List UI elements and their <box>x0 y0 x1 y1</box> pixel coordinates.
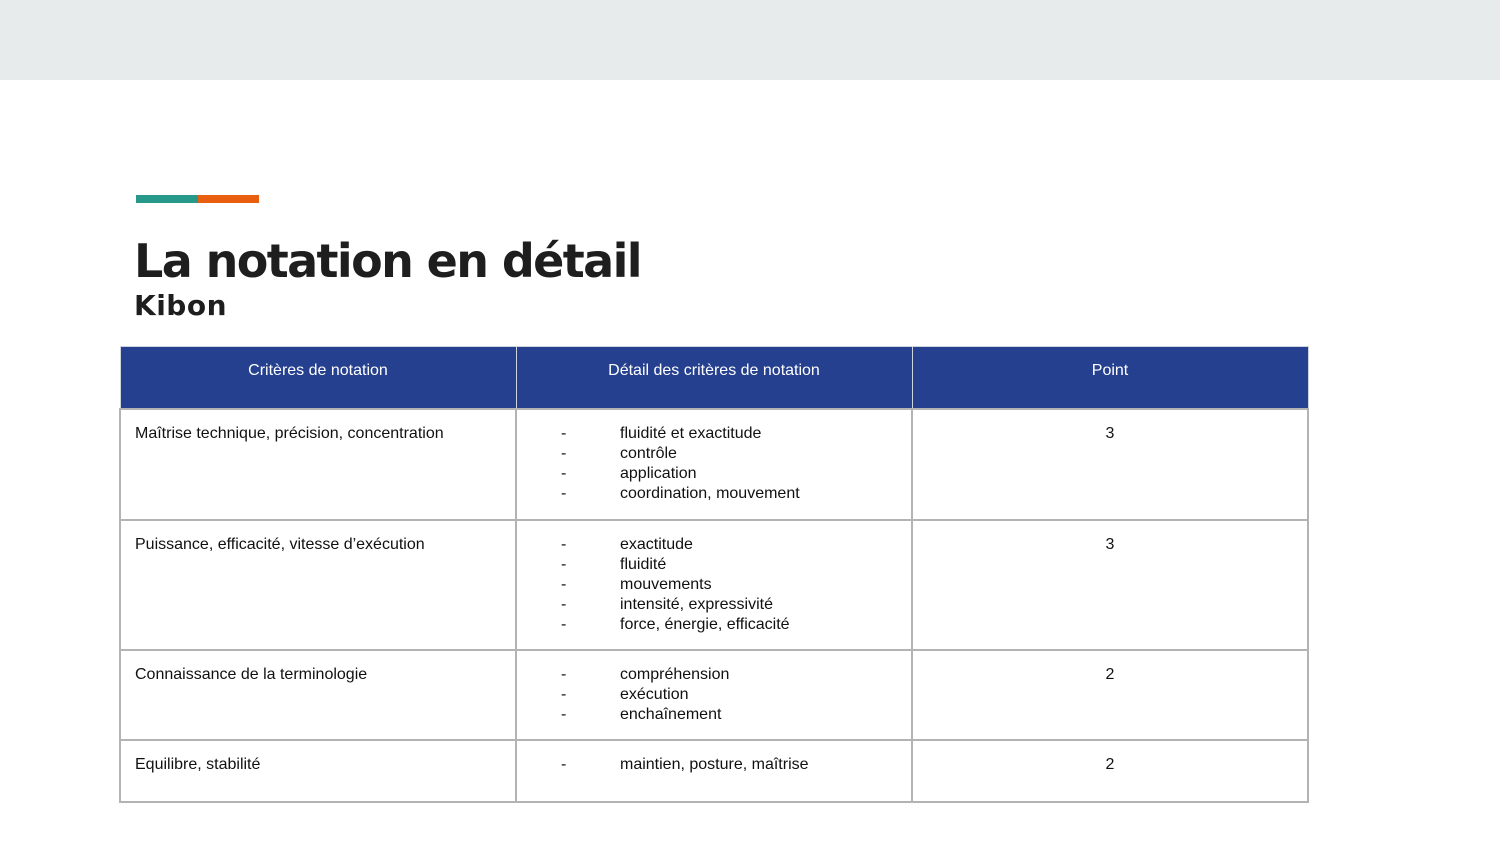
criterion-cell: Connaissance de la terminologie <box>119 648 517 741</box>
points-cell: 2 <box>911 738 1309 803</box>
table-row: Puissance, efficacité, vitesse d’exécuti… <box>119 518 1309 651</box>
table-row: Connaissance de la terminologie - compréh… <box>119 648 1309 741</box>
detail-text: coordination, mouvement <box>620 484 800 502</box>
slide-subtitle: Kibon <box>134 289 228 322</box>
detail-text: exécution <box>620 685 689 703</box>
detail-text: force, énergie, efficacité <box>620 615 790 633</box>
list-item: - contrôle <box>561 444 897 464</box>
detail-text: maintien, posture, maîtrise <box>620 755 809 773</box>
list-item: - force, énergie, efficacité <box>561 615 897 635</box>
detail-text: application <box>620 464 697 482</box>
list-item: - coordination, mouvement <box>561 484 897 504</box>
bullet-dash: - <box>561 535 567 553</box>
points-cell: 3 <box>911 407 1309 521</box>
list-item: - maintien, posture, maîtrise <box>561 755 897 775</box>
top-band <box>0 0 1500 80</box>
detail-text: fluidité <box>620 555 667 573</box>
bullet-dash: - <box>561 755 567 773</box>
bullet-dash: - <box>561 484 567 502</box>
bullet-dash: - <box>561 665 567 683</box>
bullet-dash: - <box>561 615 567 633</box>
bullet-dash: - <box>561 555 567 573</box>
list-item: - mouvements <box>561 575 897 595</box>
detail-text: exactitude <box>620 535 693 553</box>
table-row: Equilibre, stabilité - maintien, posture,… <box>119 738 1309 803</box>
accent-bar-orange <box>198 195 259 203</box>
slide-title: La notation en détail <box>134 234 643 288</box>
criterion-cell: Puissance, efficacité, vitesse d’exécuti… <box>119 518 517 651</box>
list-item: - exactitude <box>561 535 897 555</box>
list-item: - application <box>561 464 897 484</box>
detail-text: fluidité et exactitude <box>620 424 762 442</box>
bullet-dash: - <box>561 575 567 593</box>
details-cell: - maintien, posture, maîtrise <box>515 738 913 803</box>
table-row: Maîtrise technique, précision, concentra… <box>119 407 1309 521</box>
bullet-dash: - <box>561 685 567 703</box>
header-points: Point <box>911 346 1309 409</box>
list-item: - enchaînement <box>561 705 897 725</box>
bullet-dash: - <box>561 444 567 462</box>
bullet-dash: - <box>561 464 567 482</box>
detail-text: mouvements <box>620 575 712 593</box>
list-item: - fluidité <box>561 555 897 575</box>
list-item: - exécution <box>561 685 897 705</box>
bullet-dash: - <box>561 424 567 442</box>
detail-text: enchaînement <box>620 705 722 723</box>
list-item: - compréhension <box>561 665 897 685</box>
list-item: - fluidité et exactitude <box>561 424 897 444</box>
header-criteria: Critères de notation <box>119 346 517 409</box>
points-cell: 2 <box>911 648 1309 741</box>
list-item: - intensité, expressivité <box>561 595 897 615</box>
details-list: - exactitude - fluidité - mouvements - inten… <box>531 535 897 635</box>
criterion-cell: Maîtrise technique, précision, concentra… <box>119 407 517 521</box>
details-list: - compréhension - exécution - enchaînement <box>531 665 897 725</box>
header-details: Détail des critères de notation <box>515 346 913 409</box>
bullet-dash: - <box>561 705 567 723</box>
points-cell: 3 <box>911 518 1309 651</box>
bullet-dash: - <box>561 595 567 613</box>
accent-bar-teal <box>136 195 198 203</box>
details-list: - fluidité et exactitude - contrôle - appli… <box>531 424 897 504</box>
grading-table: Critères de notation Détail des critères… <box>119 346 1309 803</box>
detail-text: compréhension <box>620 665 730 683</box>
detail-text: contrôle <box>620 444 677 462</box>
criterion-cell: Equilibre, stabilité <box>119 738 517 803</box>
detail-text: intensité, expressivité <box>620 595 773 613</box>
details-list: - maintien, posture, maîtrise <box>531 755 897 775</box>
details-cell: - compréhension - exécution - enchaînement <box>515 648 913 741</box>
details-cell: - fluidité et exactitude - contrôle - appli… <box>515 407 913 521</box>
details-cell: - exactitude - fluidité - mouvements - inten… <box>515 518 913 651</box>
table-header-row: Critères de notation Détail des critères… <box>119 346 1309 409</box>
